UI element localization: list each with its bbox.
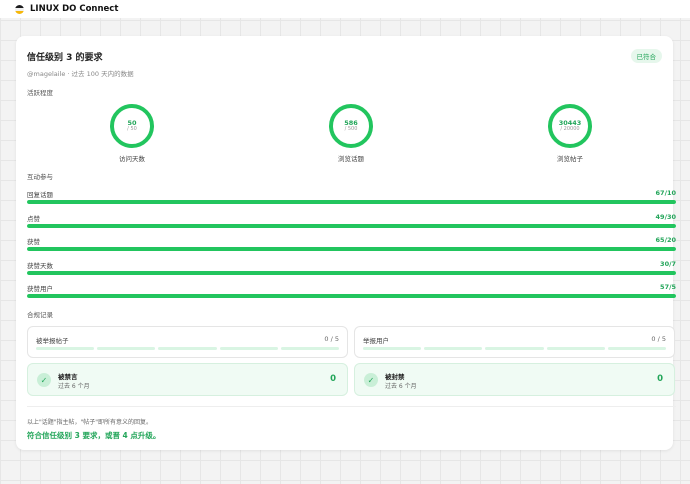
ring-max: / 20000 <box>560 125 580 132</box>
panel-title: 被封禁 <box>385 373 405 381</box>
bar-value: 65/20 <box>655 236 676 244</box>
panel-label: 被举报帖子 <box>36 337 69 345</box>
card-title: 信任级别 3 的要求 <box>27 53 103 63</box>
bar-label: 获赞 <box>27 238 40 246</box>
segment-bar <box>36 347 340 350</box>
panel-subtitle: 过去 6 个月 <box>58 383 90 390</box>
card-subtitle: @magelaile · 过去 100 天内的数据 <box>27 70 134 78</box>
progress-track <box>27 294 676 298</box>
bar-value: 57/5 <box>660 283 676 291</box>
panel-count: 0 <box>657 374 663 384</box>
check-icon: ✓ <box>364 373 378 387</box>
suspended-panel: ✓ 被封禁 过去 6 个月 0 <box>354 363 675 396</box>
panel-title: 被禁言 <box>58 373 78 381</box>
bar-value: 49/30 <box>655 213 676 221</box>
bar-label: 回复话题 <box>27 191 53 199</box>
progress-track <box>27 247 676 251</box>
status-badge: 已符合 <box>630 49 662 63</box>
ring-max: / 500 <box>344 125 358 132</box>
bar-label: 获赞天数 <box>27 262 53 270</box>
progress-fill <box>27 224 676 228</box>
footnote: 以上"话题"指主帖，"帖子"即所有意义的回复。 <box>27 419 153 426</box>
progress-track <box>27 224 676 228</box>
panel-count: 0 <box>330 374 336 384</box>
bar-value: 30/7 <box>660 260 676 268</box>
interaction-section-label: 互动参与 <box>27 173 53 181</box>
bar-label: 点赞 <box>27 215 40 223</box>
bar-label: 获赞用户 <box>27 285 53 293</box>
progress-fill <box>27 247 676 251</box>
bar-value: 67/10 <box>655 189 676 197</box>
ring-posts-viewed: 30443 / 20000 <box>548 104 592 148</box>
segment-bar <box>363 347 667 350</box>
progress-fill <box>27 294 676 298</box>
ring-topics-viewed: 586 / 500 <box>329 104 373 148</box>
check-icon: ✓ <box>37 373 51 387</box>
progress-track <box>27 271 676 275</box>
silenced-panel: ✓ 被禁言 过去 6 个月 0 <box>27 363 348 396</box>
panel-subtitle: 过去 6 个月 <box>385 383 417 390</box>
ring-label-topics-viewed: 浏览话题 <box>338 155 364 163</box>
divider <box>27 406 676 407</box>
panel-value: 0 / 5 <box>324 335 339 343</box>
brand-name[interactable]: LINUX DO Connect <box>30 4 118 14</box>
ring-label-visit-days: 访问天数 <box>119 155 145 163</box>
progress-fill <box>27 271 676 275</box>
activity-section-label: 活跃程度 <box>27 89 53 97</box>
ring-label-posts-viewed: 浏览帖子 <box>557 155 583 163</box>
panel-value: 0 / 5 <box>651 335 666 343</box>
progress-fill <box>27 200 676 204</box>
result-text: 符合信任级别 3 要求，或晋 4 点升级。 <box>27 431 161 440</box>
top-bar: LINUX DO Connect <box>0 0 690 18</box>
trust-level-card: 信任级别 3 的要求 已符合 @magelaile · 过去 100 天内的数据… <box>16 36 676 450</box>
ring-max: / 50 <box>127 125 137 132</box>
panel-label: 举报用户 <box>363 337 389 345</box>
compliance-section-label: 合规记录 <box>27 311 53 319</box>
linux-do-logo-icon[interactable] <box>15 4 24 14</box>
progress-track <box>27 200 676 204</box>
ring-visit-days: 50 / 50 <box>110 104 154 148</box>
flagged-posts-panel: 被举报帖子 0 / 5 <box>27 326 348 358</box>
flagged-users-panel: 举报用户 0 / 5 <box>354 326 675 358</box>
